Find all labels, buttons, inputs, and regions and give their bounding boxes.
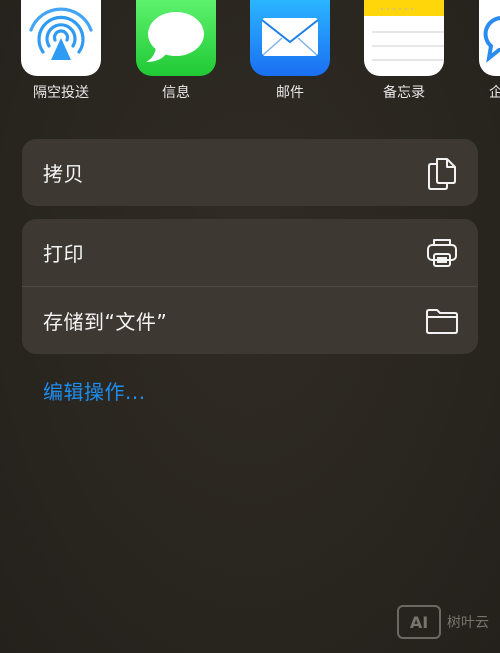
watermark: AI 树叶云: [397, 605, 489, 639]
watermark-logo: AI: [397, 605, 441, 639]
app-label: 信息: [162, 85, 190, 101]
app-label: 企: [489, 85, 500, 101]
save-to-files-label: 存储到“文件”: [43, 310, 168, 334]
app-label: 隔空投送: [33, 85, 89, 101]
app-airdrop[interactable]: 隔空投送: [21, 0, 101, 102]
app-notes[interactable]: 备忘录: [364, 0, 444, 102]
copy-label: 拷贝: [43, 162, 84, 186]
copy-action[interactable]: 拷贝: [22, 139, 478, 206]
messages-icon: [136, 0, 216, 76]
folder-icon: [424, 303, 460, 339]
share-app-row: 隔空投送 信息 邮件 备忘录 企: [0, 0, 500, 110]
watermark-text: 树叶云: [447, 615, 489, 631]
edit-actions-link[interactable]: 编辑操作...: [43, 376, 146, 405]
action-group-copy: 拷贝: [22, 139, 478, 206]
watermark-logo-text: AI: [409, 612, 429, 632]
app-label: 邮件: [276, 85, 304, 101]
airdrop-icon: [21, 0, 101, 76]
notes-icon: [364, 0, 444, 76]
app-label: 备忘录: [383, 85, 425, 101]
partial-app-icon: [479, 0, 500, 76]
mail-icon: [250, 0, 330, 76]
action-group-main: 打印 存储到“文件”: [22, 219, 478, 354]
print-action[interactable]: 打印: [22, 219, 478, 286]
copy-icon: [424, 155, 460, 191]
print-label: 打印: [43, 242, 84, 266]
app-partial[interactable]: 企: [479, 0, 500, 102]
app-mail[interactable]: 邮件: [250, 0, 330, 102]
save-to-files-action[interactable]: 存储到“文件”: [22, 286, 478, 354]
printer-icon: [424, 235, 460, 271]
app-messages[interactable]: 信息: [136, 0, 216, 102]
